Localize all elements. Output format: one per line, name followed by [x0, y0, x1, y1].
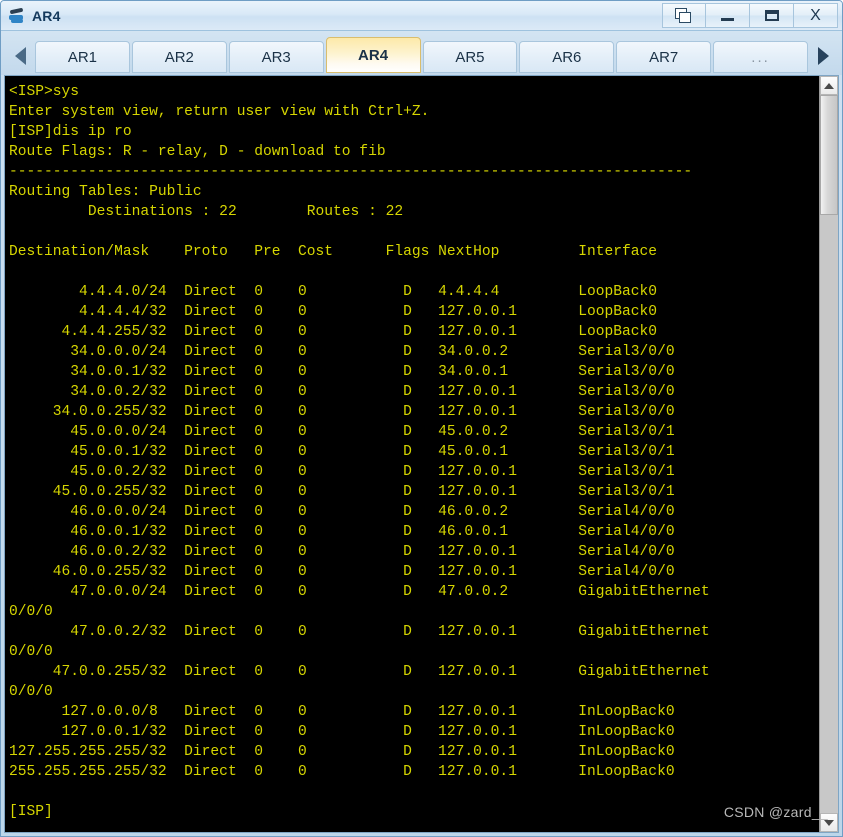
- terminal-line: 0/0/0: [9, 684, 53, 700]
- window-title: AR4: [32, 7, 61, 24]
- terminal-line: 255.255.255.255/32 Direct 0 0 D 127.0.0.…: [9, 764, 675, 780]
- terminal-line: 4.4.4.4/32 Direct 0 0 D 127.0.0.1 LoopBa…: [9, 304, 658, 320]
- terminal-line: 45.0.0.255/32 Direct 0 0 D 127.0.0.1 Ser…: [9, 484, 675, 500]
- router-icon: [7, 6, 27, 26]
- terminal-line: 0/0/0: [9, 644, 53, 660]
- terminal-line: 127.255.255.255/32 Direct 0 0 D 127.0.0.…: [9, 744, 675, 760]
- terminal-output[interactable]: <ISP>sys Enter system view, return user v…: [5, 76, 819, 832]
- tab-ar2[interactable]: AR2: [131, 41, 227, 73]
- scroll-right-arrow-icon: [817, 47, 829, 65]
- terminal-line: Routing Tables: Public: [9, 184, 202, 200]
- terminal-line: 34.0.0.1/32 Direct 0 0 D 34.0.0.1 Serial…: [9, 364, 675, 380]
- terminal-line: 45.0.0.1/32 Direct 0 0 D 45.0.0.1 Serial…: [9, 444, 675, 460]
- tab-ar3[interactable]: AR3: [228, 41, 324, 73]
- terminal-line: 127.0.0.0/8 Direct 0 0 D 127.0.0.1 InLoo…: [9, 704, 675, 720]
- minimize-button[interactable]: [706, 3, 750, 28]
- maximize-icon: [764, 10, 779, 21]
- terminal-line: 46.0.0.1/32 Direct 0 0 D 46.0.0.1 Serial…: [9, 524, 675, 540]
- restore-windows-button[interactable]: [662, 3, 706, 28]
- scrollbar-track[interactable]: [820, 95, 838, 813]
- tab-scroll-right-button[interactable]: [808, 39, 838, 73]
- terminal-line: 4.4.4.255/32 Direct 0 0 D 127.0.0.1 Loop…: [9, 324, 658, 340]
- terminal-line: 47.0.0.255/32 Direct 0 0 D 127.0.0.1 Gig…: [9, 664, 710, 680]
- terminal-line: [ISP]dis ip ro: [9, 124, 132, 140]
- close-icon: X: [810, 6, 821, 24]
- restore-windows-icon: [675, 7, 693, 24]
- tab-ar7[interactable]: AR7: [616, 41, 712, 73]
- title-bar: AR4 X: [1, 1, 842, 31]
- terminal-line: 46.0.0.2/32 Direct 0 0 D 127.0.0.1 Seria…: [9, 544, 675, 560]
- terminal-line: Route Flags: R - relay, D - download to …: [9, 144, 386, 160]
- terminal-line: 4.4.4.0/24 Direct 0 0 D 4.4.4.4 LoopBack…: [9, 284, 658, 300]
- terminal-line: 45.0.0.0/24 Direct 0 0 D 45.0.0.2 Serial…: [9, 424, 675, 440]
- terminal-line: <ISP>sys: [9, 84, 80, 100]
- tab-ar1[interactable]: AR1: [35, 41, 130, 73]
- console-window: AR4 X AR1 AR2 AR3 AR4 AR5 AR6 AR7 ... <I…: [0, 0, 843, 837]
- minimize-icon: [721, 18, 734, 21]
- tab-scroll-left-button[interactable]: [5, 39, 35, 73]
- terminal-area: <ISP>sys Enter system view, return user v…: [4, 75, 839, 833]
- window-controls: X: [662, 3, 838, 29]
- terminal-line: 47.0.0.2/32 Direct 0 0 D 127.0.0.1 Gigab…: [9, 624, 710, 640]
- maximize-button[interactable]: [750, 3, 794, 28]
- scrollbar-thumb[interactable]: [820, 95, 838, 215]
- tab-ar6[interactable]: AR6: [519, 41, 615, 73]
- terminal-line: [ISP]: [9, 804, 53, 820]
- terminal-line: 127.0.0.1/32 Direct 0 0 D 127.0.0.1 InLo…: [9, 724, 675, 740]
- close-button[interactable]: X: [794, 3, 838, 28]
- tab-ar4[interactable]: AR4: [325, 37, 421, 73]
- scroll-left-arrow-icon: [14, 47, 26, 65]
- terminal-line: 46.0.0.0/24 Direct 0 0 D 46.0.0.2 Serial…: [9, 504, 675, 520]
- tab-overflow[interactable]: ...: [713, 41, 808, 73]
- scroll-up-button[interactable]: [820, 76, 838, 95]
- tab-bar: AR1 AR2 AR3 AR4 AR5 AR6 AR7 ...: [1, 31, 842, 75]
- terminal-line: 34.0.0.0/24 Direct 0 0 D 34.0.0.2 Serial…: [9, 344, 675, 360]
- terminal-line: 34.0.0.255/32 Direct 0 0 D 127.0.0.1 Ser…: [9, 404, 675, 420]
- terminal-line: 46.0.0.255/32 Direct 0 0 D 127.0.0.1 Ser…: [9, 564, 675, 580]
- terminal-line: Destinations : 22 Routes : 22: [9, 204, 404, 220]
- tab-list: AR1 AR2 AR3 AR4 AR5 AR6 AR7 ...: [35, 37, 808, 73]
- vertical-scrollbar[interactable]: [819, 76, 838, 832]
- terminal-line: 0/0/0: [9, 604, 53, 620]
- terminal-line: Enter system view, return user view with…: [9, 104, 430, 120]
- terminal-line: 47.0.0.0/24 Direct 0 0 D 47.0.0.2 Gigabi…: [9, 584, 710, 600]
- terminal-line: Destination/Mask Proto Pre Cost Flags Ne…: [9, 244, 658, 260]
- terminal-line: 34.0.0.2/32 Direct 0 0 D 127.0.0.1 Seria…: [9, 384, 675, 400]
- terminal-line: 45.0.0.2/32 Direct 0 0 D 127.0.0.1 Seria…: [9, 464, 675, 480]
- tab-ar5[interactable]: AR5: [422, 41, 518, 73]
- scroll-down-button[interactable]: [820, 813, 838, 832]
- terminal-line: ----------------------------------------…: [9, 164, 693, 180]
